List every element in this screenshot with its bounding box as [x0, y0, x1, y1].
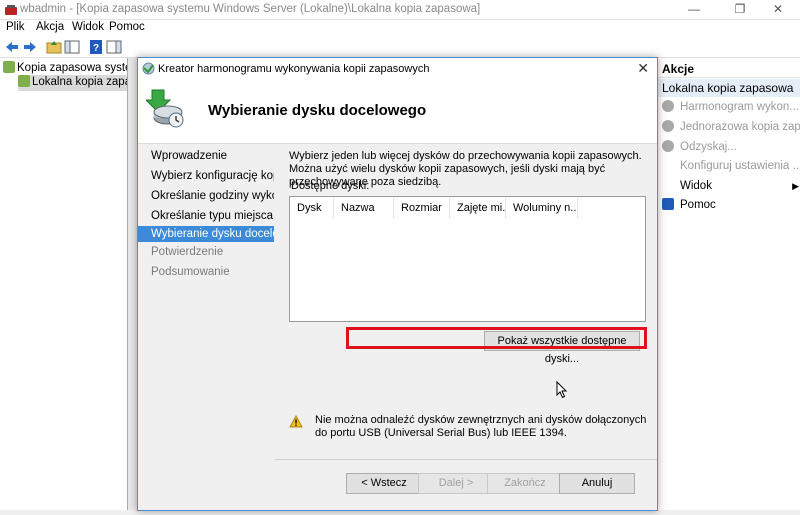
tree-root-label: Kopia zapasowa systemu W [17, 62, 127, 74]
navigation-tree: Kopia zapasowa systemu W Lokalna kopia z… [0, 58, 128, 510]
step-config[interactable]: Wybierz konfigurację kop... [138, 168, 274, 184]
up-folder-icon[interactable] [46, 39, 62, 55]
available-disks-label: Dostępne dyski: [291, 180, 370, 192]
col-size[interactable]: Rozmiar [394, 197, 450, 219]
disk-list[interactable]: Dysk Nazwa Rozmiar Zajęte mi... Woluminy… [289, 196, 646, 322]
annotation-highlight-box [346, 327, 647, 349]
action-schedule[interactable]: Harmonogram wykon... [662, 99, 799, 115]
step-location-type[interactable]: Określanie typu miejsca d... [138, 208, 274, 224]
submenu-arrow-icon: ▶ [792, 181, 799, 191]
warning-icon [289, 415, 303, 428]
action-backup-once-label: Jednorazowa kopia zap... [680, 121, 800, 133]
local-backup-node-icon [18, 75, 30, 87]
dialog-close-button[interactable]: ✕ [637, 60, 649, 77]
backup-wizard-icon [146, 89, 184, 128]
mouse-cursor-icon [556, 381, 568, 399]
action-recover-label: Odzyskaj... [680, 141, 737, 153]
backup-once-icon [662, 120, 674, 132]
step-select-disk[interactable]: Wybieranie dysku docelo... [138, 226, 274, 242]
actions-section-local-backup[interactable]: Lokalna kopia zapasowa [658, 79, 800, 97]
tree-child-label: Lokalna kopia zapasow [32, 76, 127, 88]
button-separator [275, 459, 657, 460]
window-titlebar: wbadmin - [Kopia zapasowa systemu Window… [0, 0, 800, 20]
window-title: wbadmin - [Kopia zapasowa systemu Window… [20, 3, 481, 15]
finish-button[interactable]: Zakończ [487, 473, 563, 494]
col-volumes[interactable]: Woluminy n... [506, 197, 578, 219]
col-name[interactable]: Nazwa [334, 197, 394, 219]
menu-akcja[interactable]: Akcja [36, 21, 64, 33]
col-used-space[interactable]: Zajęte mi... [450, 197, 506, 219]
minimize-button[interactable]: — [672, 0, 716, 20]
recover-icon [662, 140, 674, 152]
step-confirm: Potwierdzenie [151, 246, 224, 258]
toolbar: ? [0, 36, 800, 58]
actions-pane: Akcje Lokalna kopia zapasowa Harmonogram… [657, 58, 800, 510]
back-button[interactable]: < Wstecz [346, 473, 422, 494]
wizard-dialog: Kreator harmonogramu wykonywania kopii z… [137, 57, 658, 511]
show-hide-tree-icon[interactable] [64, 39, 80, 55]
menu-pomoc[interactable]: Pomoc [109, 21, 145, 33]
wizard-small-icon [142, 62, 155, 75]
cancel-button[interactable]: Anuluj [559, 473, 635, 494]
warning-text: Nie można odnaleźć dysków zewnętrznych a… [315, 414, 647, 439]
action-view[interactable]: Widok ▶ [680, 178, 799, 194]
schedule-icon [662, 100, 674, 112]
action-schedule-label: Harmonogram wykon... [680, 101, 799, 113]
step-intro[interactable]: Wprowadzenie [138, 148, 274, 164]
wizard-content: Wybierz jeden lub więcej dysków do przec… [275, 144, 657, 456]
dialog-title: Kreator harmonogramu wykonywania kopii z… [158, 63, 430, 75]
menu-widok[interactable]: Widok [72, 21, 104, 33]
help-icon [662, 198, 674, 210]
tree-item-local-backup[interactable]: Lokalna kopia zapasow [18, 75, 127, 91]
col-disk[interactable]: Dysk [290, 197, 334, 219]
dialog-titlebar: Kreator harmonogramu wykonywania kopii z… [138, 58, 657, 80]
backup-node-icon [3, 61, 15, 73]
step-summary: Podsumowanie [151, 266, 230, 278]
action-recover[interactable]: Odzyskaj... [662, 139, 737, 155]
dialog-header: Wybieranie dysku docelowego [138, 80, 657, 144]
close-window-button[interactable]: ✕ [756, 0, 800, 20]
action-help[interactable]: Pomoc [662, 197, 716, 213]
forward-arrow-icon[interactable] [22, 39, 38, 55]
action-help-label: Pomoc [680, 199, 716, 211]
step-time[interactable]: Określanie godziny wyko... [138, 188, 274, 204]
action-view-label: Widok [680, 180, 712, 192]
back-arrow-icon[interactable] [4, 39, 20, 55]
wizard-steps: Wprowadzenie Wybierz konfigurację kop...… [138, 144, 274, 508]
wbadmin-app-icon [5, 5, 17, 15]
help-book-icon[interactable]: ? [88, 39, 104, 55]
action-backup-once[interactable]: Jednorazowa kopia zap... [662, 119, 800, 135]
dialog-heading: Wybieranie dysku docelowego [208, 102, 427, 119]
menu-plik[interactable]: Plik [6, 21, 25, 33]
action-configure[interactable]: Konfiguruj ustawienia ... [680, 158, 800, 174]
next-button[interactable]: Dalej > [418, 473, 494, 494]
actions-header: Akcje [658, 60, 800, 78]
svg-text:?: ? [93, 43, 99, 54]
menu-bar: Plik Akcja Widok Pomoc [0, 20, 800, 36]
show-hide-action-pane-icon[interactable] [106, 39, 122, 55]
